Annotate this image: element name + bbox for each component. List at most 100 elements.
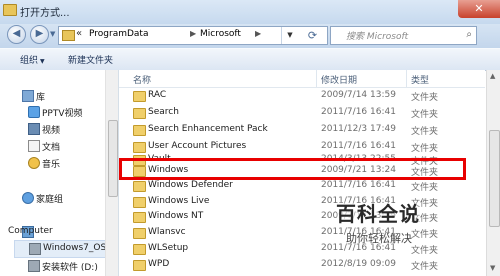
music-icon bbox=[28, 157, 40, 169]
scroll-up-icon[interactable]: ▲ bbox=[490, 72, 495, 80]
file-name: Search Enhancement Pack bbox=[148, 124, 268, 134]
sidebar-item-label: 库 bbox=[36, 93, 46, 103]
close-button[interactable]: ✕ bbox=[458, 0, 500, 18]
sidebar-item-computer[interactable]: Computer bbox=[0, 224, 100, 240]
address-row: ◀ ▶ ▼ « ProgramData ▶ Microsoft ▶ ▼ ⟳ 搜索… bbox=[0, 24, 500, 48]
file-row[interactable]: RAC 2009/7/14 13:59 文件夹 bbox=[119, 88, 479, 105]
chevron-down-icon: ▼ bbox=[40, 58, 45, 65]
organize-button[interactable]: 组织 ▼ bbox=[20, 53, 45, 66]
breadcrumb-separator-icon[interactable]: ▶ bbox=[255, 29, 261, 38]
forward-button[interactable]: ▶ bbox=[30, 25, 49, 44]
sidebar-item-homegroup[interactable]: 家庭组 bbox=[0, 190, 100, 206]
sidebar-item-pptv[interactable]: PPTV视频 bbox=[0, 104, 100, 120]
refresh-icon[interactable]: ⟳ bbox=[299, 27, 326, 44]
sidebar-item-label: Windows7_OS bbox=[43, 243, 107, 253]
folder-icon bbox=[133, 91, 146, 102]
navigation-pane: 库 PPTV视频 视频 文档 音乐 家庭组 Computer Windows7_… bbox=[0, 70, 119, 276]
file-name: WPD bbox=[148, 259, 170, 269]
sidebar-scrollbar[interactable] bbox=[105, 70, 118, 276]
column-header-type[interactable]: 类型 bbox=[411, 73, 429, 86]
file-name: RAC bbox=[148, 90, 167, 100]
file-name: Windows Defender bbox=[148, 180, 233, 190]
file-name: Windows Live bbox=[148, 196, 210, 206]
file-type: 文件夹 bbox=[411, 110, 439, 120]
watermark-subtitle: 助你轻松解决 bbox=[346, 232, 412, 245]
back-arrow-icon: ◀ bbox=[12, 28, 21, 39]
folder-icon bbox=[133, 181, 146, 192]
sidebar-item-library[interactable]: 库 bbox=[0, 88, 100, 104]
sidebar-item-label: 文档 bbox=[42, 143, 61, 153]
drive-icon bbox=[29, 243, 41, 255]
file-name: Wlansvc bbox=[148, 227, 186, 237]
homegroup-icon bbox=[22, 192, 34, 204]
file-type: 文件夹 bbox=[411, 183, 439, 193]
address-dropdown-icon[interactable]: ▼ bbox=[281, 27, 298, 44]
new-folder-button[interactable]: 新建文件夹 bbox=[68, 53, 113, 66]
folder-icon bbox=[133, 108, 146, 119]
highlight-box bbox=[119, 158, 466, 180]
file-row[interactable]: Search 2011/7/16 16:41 文件夹 bbox=[119, 105, 479, 122]
column-divider[interactable] bbox=[406, 70, 407, 87]
file-date: 2009/7/14 13:59 bbox=[321, 90, 396, 100]
sidebar-item-music[interactable]: 音乐 bbox=[0, 155, 100, 171]
watermark: 百科全说 助你轻松解决 bbox=[336, 198, 476, 258]
command-toolbar: 组织 ▼ 新建文件夹 bbox=[0, 48, 500, 71]
file-date: 2011/7/16 16:41 bbox=[321, 141, 396, 151]
folder-icon bbox=[133, 260, 146, 271]
folder-icon bbox=[133, 197, 146, 208]
file-name: WLSetup bbox=[148, 243, 189, 253]
overflow-chevron-icon[interactable]: « bbox=[76, 28, 82, 39]
file-date: 2012/8/19 09:09 bbox=[321, 259, 396, 269]
sidebar-item-label: 音乐 bbox=[42, 160, 61, 170]
file-name: Search bbox=[148, 107, 179, 117]
drive-icon bbox=[28, 260, 40, 272]
file-list-scroll-thumb[interactable] bbox=[489, 130, 500, 227]
file-row[interactable]: Search Enhancement Pack 2011/12/3 17:49 … bbox=[119, 122, 479, 139]
window-icon bbox=[3, 4, 17, 16]
sidebar-item-windows7-os[interactable]: Windows7_OS bbox=[14, 240, 106, 258]
sidebar-item-documents[interactable]: 文档 bbox=[0, 138, 100, 154]
file-name: User Account Pictures bbox=[148, 141, 247, 151]
sidebar-item-label: 家庭组 bbox=[36, 195, 64, 205]
column-header-row: 名称 修改日期 类型 bbox=[119, 70, 485, 88]
folder-icon bbox=[133, 125, 146, 136]
folder-icon bbox=[133, 244, 146, 255]
breadcrumb-microsoft[interactable]: Microsoft bbox=[200, 29, 241, 39]
sidebar-item-label: Computer bbox=[8, 226, 53, 236]
folder-icon bbox=[133, 212, 146, 223]
file-type: 文件夹 bbox=[411, 262, 439, 272]
sidebar-item-video[interactable]: 视频 bbox=[0, 121, 100, 137]
column-header-date[interactable]: 修改日期 bbox=[321, 73, 357, 86]
title-bar: 打开方式... ✕ bbox=[0, 0, 500, 24]
search-placeholder: 搜索 Microsoft bbox=[346, 32, 409, 42]
breadcrumb-separator-icon[interactable]: ▶ bbox=[190, 29, 196, 38]
file-type: 文件夹 bbox=[411, 93, 439, 103]
address-bar[interactable]: « ProgramData ▶ Microsoft ▶ ▼ ⟳ bbox=[58, 26, 328, 45]
back-button[interactable]: ◀ bbox=[7, 25, 26, 44]
library-icon bbox=[22, 90, 34, 102]
sidebar-item-label: PPTV视频 bbox=[42, 109, 83, 119]
sidebar-scroll-thumb[interactable] bbox=[108, 120, 118, 197]
file-type: 文件夹 bbox=[411, 127, 439, 137]
watermark-logo: 百科全说 bbox=[336, 202, 420, 226]
video-icon bbox=[28, 123, 40, 135]
file-date: 2011/12/3 17:49 bbox=[321, 124, 396, 134]
folder-icon bbox=[133, 228, 146, 239]
column-header-name[interactable]: 名称 bbox=[133, 73, 151, 86]
window-title: 打开方式... bbox=[20, 8, 70, 19]
scroll-down-icon[interactable]: ▼ bbox=[490, 264, 495, 272]
sidebar-item-label: 安装软件 (D:) bbox=[42, 263, 98, 273]
close-icon: ✕ bbox=[474, 2, 484, 15]
organize-label: 组织 bbox=[20, 56, 39, 66]
sidebar-item-drive-d[interactable]: 安装软件 (D:) bbox=[0, 258, 104, 274]
search-icon[interactable]: ⌕ bbox=[466, 29, 472, 40]
column-divider[interactable] bbox=[316, 70, 317, 87]
file-date: 2011/7/16 16:41 bbox=[321, 107, 396, 117]
file-row[interactable]: Windows Defender 2011/7/16 16:41 文件夹 bbox=[119, 178, 479, 195]
file-row[interactable]: WPD 2012/8/19 09:09 文件夹 bbox=[119, 257, 479, 274]
file-list-scrollbar[interactable]: ▲ ▼ bbox=[486, 70, 500, 276]
search-input[interactable]: 搜索 Microsoft ⌕ bbox=[330, 26, 477, 45]
recent-pages-dropdown-icon[interactable]: ▼ bbox=[50, 30, 55, 38]
pptv-icon bbox=[28, 106, 40, 118]
breadcrumb-programdata[interactable]: ProgramData bbox=[89, 29, 148, 39]
